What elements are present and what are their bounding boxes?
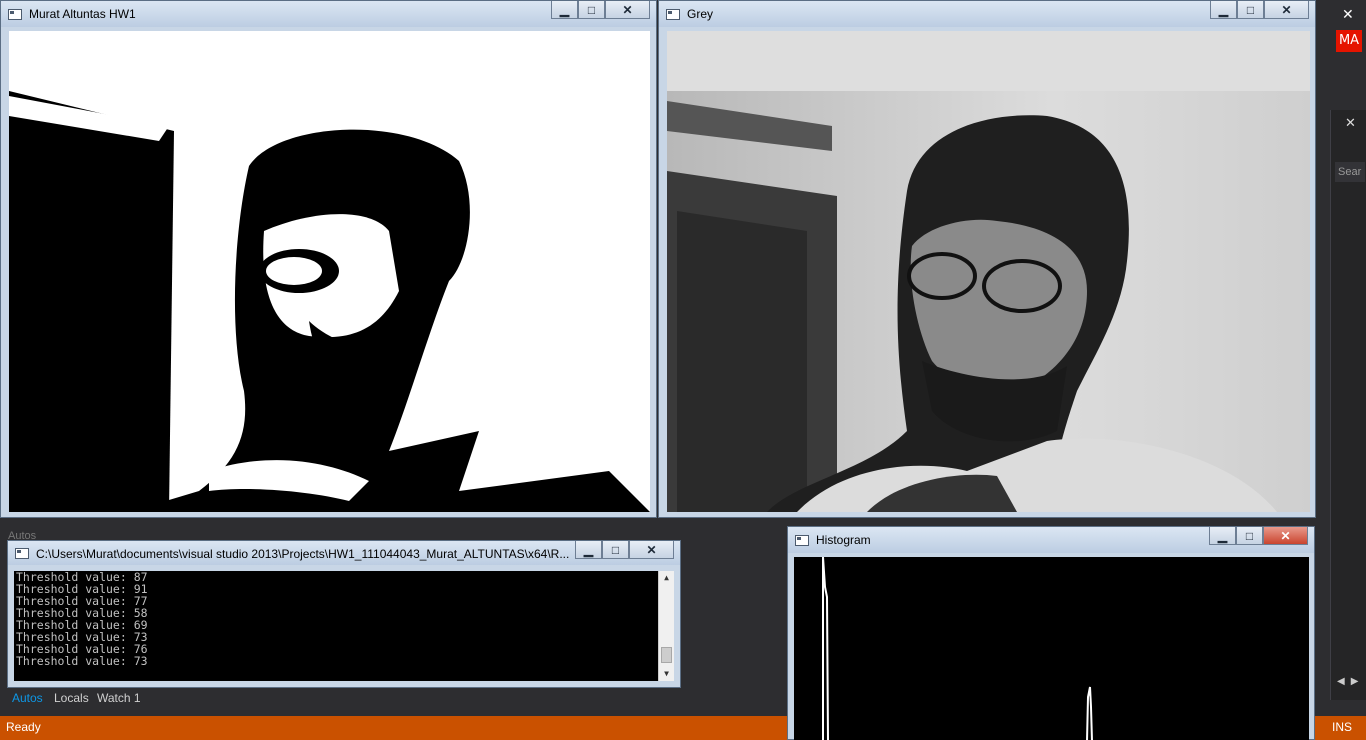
pane-close-icon[interactable]: ✕ — [1345, 115, 1356, 131]
account-badge[interactable]: MA — [1336, 30, 1362, 52]
tab-watch-1[interactable]: Watch 1 — [97, 691, 141, 705]
minimize-button[interactable]: ▁ — [551, 1, 578, 19]
nav-arrows-icon[interactable]: ◀▶ — [1337, 676, 1364, 687]
close-icon[interactable]: ✕ — [1342, 6, 1354, 23]
maximize-button[interactable]: □ — [578, 1, 605, 19]
histogram-image — [822, 557, 1093, 740]
tab-autos[interactable]: Autos — [12, 691, 43, 705]
scroll-up-icon[interactable]: ▲ — [659, 571, 674, 585]
solution-explorer-pane: ✕ Sear ◀▶ — [1330, 110, 1366, 700]
threshold-image — [9, 31, 650, 512]
histogram-plot — [794, 557, 1309, 740]
title-bar[interactable]: Murat Altuntas HW1 ▁ □ ✕ — [1, 1, 656, 27]
vertical-scrollbar[interactable]: ▲ ▼ — [658, 571, 674, 681]
maximize-button[interactable]: □ — [1237, 1, 1264, 19]
title-bar[interactable]: Histogram ▁ □ ✕ — [788, 527, 1314, 553]
threshold-window[interactable]: Murat Altuntas HW1 ▁ □ ✕ — [0, 0, 657, 518]
grayscale-face-image — [667, 31, 1310, 512]
window-icon — [15, 548, 29, 559]
scroll-thumb[interactable] — [661, 647, 672, 663]
window-title: C:\Users\Murat\documents\visual studio 2… — [36, 547, 570, 561]
status-text: Ready — [6, 720, 41, 734]
histogram-window[interactable]: Histogram ▁ □ ✕ — [787, 526, 1315, 740]
grey-window[interactable]: Grey ▁ □ ✕ — [658, 0, 1316, 518]
close-button[interactable]: ✕ — [1264, 1, 1309, 19]
search-input[interactable]: Sear — [1335, 162, 1365, 182]
maximize-button[interactable]: □ — [602, 541, 629, 559]
window-icon — [666, 9, 680, 20]
window-title: Grey — [687, 7, 714, 21]
insert-mode-indicator: INS — [1332, 720, 1353, 734]
vs-side-panel: ✕ MA ✕ Sear ◀▶ — [1312, 0, 1366, 716]
console-output[interactable]: Threshold value: 87 Threshold value: 91 … — [14, 571, 674, 681]
window-title: Murat Altuntas HW1 — [29, 7, 136, 21]
tab-locals[interactable]: Locals — [54, 691, 89, 705]
window-icon — [8, 9, 22, 20]
close-button[interactable]: ✕ — [605, 1, 650, 19]
title-bar[interactable]: C:\Users\Murat\documents\visual studio 2… — [8, 541, 680, 565]
scroll-down-icon[interactable]: ▼ — [659, 667, 674, 681]
debug-tabs: Autos Locals Watch 1 — [0, 686, 786, 712]
grey-image — [667, 31, 1310, 512]
console-window[interactable]: C:\Users\Murat\documents\visual studio 2… — [7, 540, 681, 688]
close-button[interactable]: ✕ — [629, 541, 674, 559]
binary-face-image — [9, 91, 650, 512]
title-bar[interactable]: Grey ▁ □ ✕ — [659, 1, 1315, 27]
close-button[interactable]: ✕ — [1263, 527, 1308, 545]
minimize-button[interactable]: ▁ — [1209, 527, 1236, 545]
window-title: Histogram — [816, 533, 871, 547]
maximize-button[interactable]: □ — [1236, 527, 1263, 545]
window-icon — [795, 535, 809, 546]
minimize-button[interactable]: ▁ — [575, 541, 602, 559]
console-line: Threshold value: 73 — [16, 654, 148, 668]
minimize-button[interactable]: ▁ — [1210, 1, 1237, 19]
